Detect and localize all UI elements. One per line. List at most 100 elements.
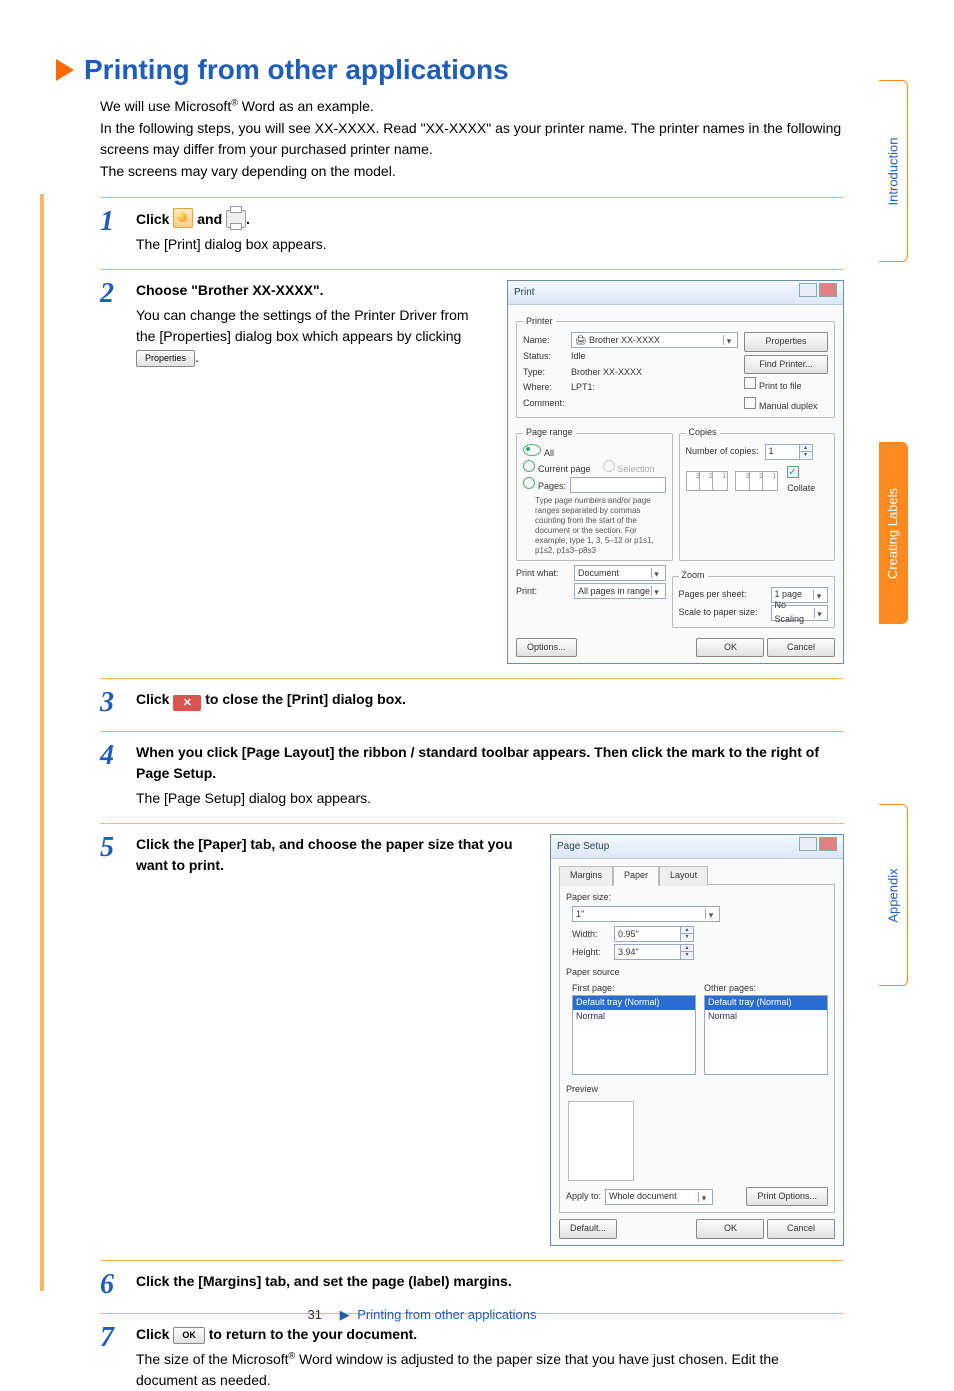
ok-button-image: OK	[173, 1327, 205, 1345]
printer-name-select[interactable]: 🖨 Brother XX-XXXX▾	[571, 332, 738, 348]
label-paper-size: Paper size:	[566, 891, 828, 905]
step-4-sub: The [Page Setup] dialog box appears.	[136, 788, 844, 809]
close-window-button[interactable]	[819, 837, 837, 851]
cancel-button[interactable]: Cancel	[767, 638, 835, 658]
label-num-copies: Number of copies:	[686, 445, 759, 459]
step-1-sub: The [Print] dialog box appears.	[136, 234, 844, 255]
page-footer: 31 ▶ Printing from other applications	[0, 1307, 844, 1323]
print-to-file-checkbox[interactable]: Print to file	[744, 377, 828, 394]
heading-arrow-icon	[56, 59, 74, 81]
intro-paragraph: We will use Microsoft® Word as an exampl…	[100, 96, 844, 183]
help-window-button[interactable]	[799, 837, 817, 851]
print-dialog: Print Printer Name: 🖨 Brother XX-XXXX▾ S…	[507, 280, 844, 665]
step-3: 3 Click ✕ to close the [Print] dialog bo…	[100, 689, 844, 717]
num-copies-input[interactable]: 1▴▾	[765, 444, 813, 460]
default-button[interactable]: Default...	[559, 1219, 617, 1239]
step-6-lead: Click the [Margins] tab, and set the pag…	[136, 1273, 512, 1289]
radio-pages[interactable]: Pages:	[523, 477, 566, 494]
value-status: Idle	[571, 350, 738, 364]
side-tab-creating-labels[interactable]: Creating Labels	[879, 442, 908, 624]
print-dialog-titlebar: Print	[508, 281, 843, 305]
print-options-button[interactable]: Print Options...	[746, 1187, 828, 1207]
label-width: Width:	[572, 928, 614, 942]
page-number: 31	[308, 1307, 322, 1322]
tab-layout[interactable]: Layout	[659, 866, 708, 886]
apply-to-select[interactable]: Whole document▾	[605, 1189, 713, 1205]
close-icon: ✕	[173, 695, 201, 711]
find-printer-button[interactable]: Find Printer...	[744, 355, 828, 375]
height-input[interactable]: 3.94"▴▾	[614, 944, 694, 960]
step-6: 6 Click the [Margins] tab, and set the p…	[100, 1271, 844, 1299]
paper-size-select[interactable]: 1"▾	[572, 906, 720, 922]
label-height: Height:	[572, 946, 614, 960]
cancel-button[interactable]: Cancel	[767, 1219, 835, 1239]
label-paper-source: Paper source	[566, 966, 828, 980]
side-tab-appendix[interactable]: Appendix	[879, 804, 908, 986]
label-pages-per-sheet: Pages per sheet:	[679, 588, 771, 602]
step-7: 7 Click OK to return to the your documen…	[100, 1324, 844, 1391]
manual-duplex-checkbox[interactable]: Manual duplex	[744, 397, 828, 414]
step-number: 1	[100, 208, 122, 236]
ok-button[interactable]: OK	[696, 638, 764, 658]
label-preview: Preview	[566, 1083, 828, 1097]
label-status: Status:	[523, 350, 571, 364]
label-print: Print:	[516, 585, 574, 599]
radio-selection: Selection	[603, 460, 655, 477]
print-what-select[interactable]: Document▾	[574, 565, 666, 581]
close-window-button[interactable]	[819, 283, 837, 297]
step-2-sub: You can change the settings of the Print…	[136, 305, 487, 368]
help-window-button[interactable]	[799, 283, 817, 297]
label-apply-to: Apply to:	[566, 1190, 601, 1204]
properties-button-image: Properties	[136, 350, 195, 368]
pages-input[interactable]	[570, 477, 665, 493]
width-input[interactable]: 0.95"▴▾	[614, 926, 694, 942]
label-name: Name:	[523, 334, 571, 348]
first-page-list[interactable]: Default tray (Normal) Normal	[572, 995, 696, 1075]
step-4: 4 When you click [Page Layout] the ribbo…	[100, 742, 844, 809]
ok-button[interactable]: OK	[696, 1219, 764, 1239]
step-2: 2 Choose "Brother XX-XXXX". You can chan…	[100, 280, 844, 665]
step-2-lead: Choose "Brother XX-XXXX".	[136, 282, 324, 298]
page-range-hint: Type page numbers and/or page ranges sep…	[523, 496, 666, 556]
label-scale: Scale to paper size:	[679, 606, 771, 620]
footer-arrow-icon: ▶	[340, 1307, 350, 1322]
label-comment: Comment:	[523, 397, 571, 411]
label-print-what: Print what:	[516, 567, 574, 581]
radio-current-page[interactable]: Current page	[523, 460, 591, 477]
label-type: Type:	[523, 366, 571, 380]
scale-select[interactable]: No Scaling▾	[771, 605, 829, 621]
label-other-pages: Other pages:	[704, 982, 828, 996]
other-pages-list[interactable]: Default tray (Normal) Normal	[704, 995, 828, 1075]
office-button-icon	[173, 208, 193, 228]
zoom-group-label: Zoom	[679, 569, 708, 583]
step-4-lead: When you click [Page Layout] the ribbon …	[136, 744, 819, 781]
step-number: 2	[100, 280, 122, 308]
step-1: 1 Click and . The [Print] dialog box app…	[100, 208, 844, 255]
step-number: 6	[100, 1271, 122, 1299]
preview-box	[568, 1101, 634, 1181]
side-tab-label: Introduction	[886, 137, 901, 205]
section-left-bar	[40, 194, 44, 1291]
properties-button[interactable]: Properties	[744, 332, 828, 352]
tab-margins[interactable]: Margins	[559, 866, 613, 886]
page-setup-titlebar: Page Setup	[551, 835, 843, 859]
step-number: 5	[100, 834, 122, 862]
page-range-group-label: Page range	[523, 426, 576, 440]
step-number: 4	[100, 742, 122, 770]
side-tab-label: Appendix	[886, 868, 901, 922]
collate-checkbox[interactable]: Collate	[787, 466, 828, 496]
print-select[interactable]: All pages in range▾	[574, 583, 666, 599]
tab-paper[interactable]: Paper	[613, 866, 659, 886]
page-heading: Printing from other applications	[56, 54, 954, 86]
label-where: Where:	[523, 381, 571, 395]
step-number: 3	[100, 689, 122, 717]
footer-section-link[interactable]: Printing from other applications	[357, 1307, 536, 1322]
copies-group-label: Copies	[686, 426, 720, 440]
options-button[interactable]: Options...	[516, 638, 577, 658]
side-tab-introduction[interactable]: Introduction	[879, 80, 908, 262]
print-icon	[226, 210, 246, 228]
page-setup-dialog: Page Setup Margins Paper Layout Paper si…	[550, 834, 844, 1246]
step-5: 5 Click the [Paper] tab, and choose the …	[100, 834, 844, 1246]
side-tab-label: Creating Labels	[886, 487, 901, 578]
radio-all[interactable]: All	[523, 444, 666, 461]
